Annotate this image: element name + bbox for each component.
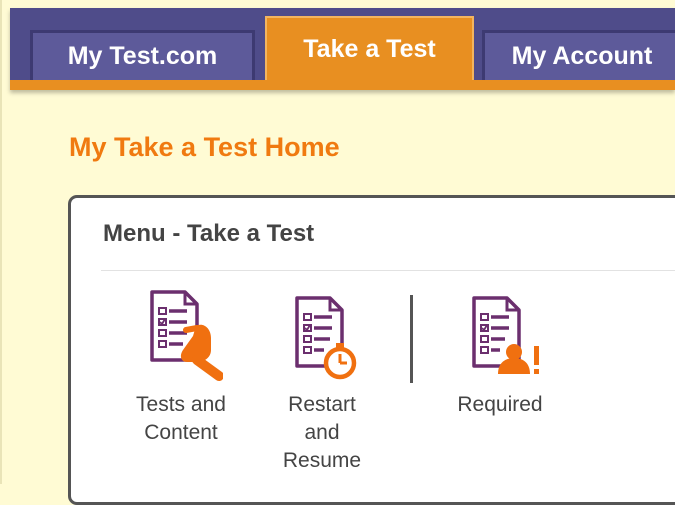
restart-resume-icon [295,296,357,380]
tests-content-icon [150,290,223,381]
required-icon [472,296,539,374]
menu-panel-title: Menu - Take a Test [103,220,315,247]
menu-item-tests-and-content[interactable]: Tests and Content [126,290,236,447]
menu-item-label: Tests and Content [136,393,226,444]
menu-vertical-divider [410,295,413,383]
menu-item-required[interactable]: Required [445,290,555,419]
menu-panel-divider [101,270,675,271]
menu-item-restart-and-resume[interactable]: Restart and Resume [267,290,377,475]
top-navigation-bar: My Test.com Take a Test My Account [10,8,675,90]
page-title: My Take a Test Home [69,132,340,162]
tab-take-a-test[interactable]: Take a Test [265,16,474,80]
menu-item-label: Required [457,393,543,416]
menu-item-label: Restart and Resume [282,393,362,472]
tab-my-account[interactable]: My Account [482,30,675,80]
page-left-edge [0,0,2,484]
tab-my-test-com[interactable]: My Test.com [30,30,255,80]
menu-panel: Menu - Take a Test Tests and Content Res… [68,195,675,505]
